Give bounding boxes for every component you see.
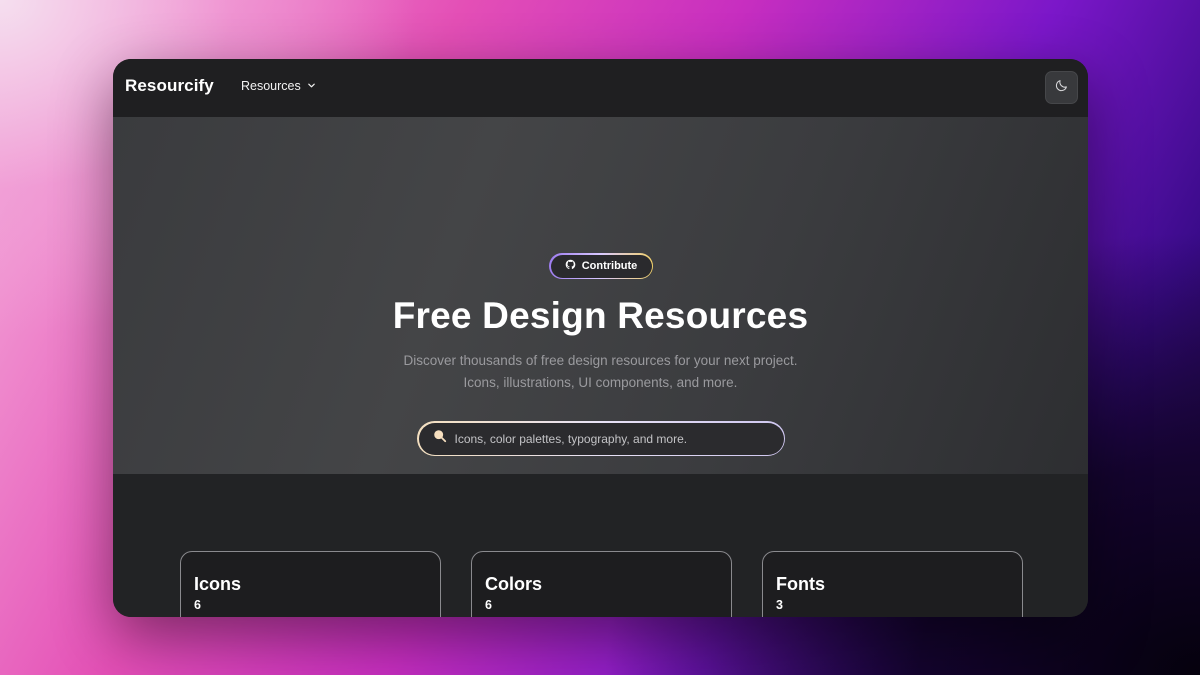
search-icon [433,429,447,448]
github-icon [565,259,576,273]
hero-subtitle: Discover thousands of free design resour… [403,353,798,390]
brand-logo[interactable]: Resourcify [125,76,214,96]
category-card-fonts[interactable]: Fonts 3 [762,551,1023,617]
search-input[interactable] [454,431,784,446]
moon-icon [1055,78,1069,97]
category-count: 6 [194,598,201,612]
search-bar-inner [418,422,784,455]
resources-menu[interactable]: Resources [241,79,316,93]
contribute-button[interactable]: Contribute [549,253,653,279]
category-title: Fonts [776,574,825,594]
category-card-colors[interactable]: Colors 6 [471,551,732,617]
category-count: 3 [776,598,783,612]
category-title: Icons [194,574,242,594]
search-bar [417,421,785,456]
category-title: Colors [485,574,543,594]
app-window: Resourcify Resources Contribute Free Des… [113,59,1088,617]
chevron-down-icon [307,79,316,93]
navbar: Resourcify Resources [113,59,1088,117]
category-count: 6 [485,598,492,612]
hero-section: Contribute Free Design Resources Discove… [113,117,1088,474]
theme-toggle-button[interactable] [1045,71,1078,104]
category-card-icons[interactable]: Icons 6 [180,551,441,617]
contribute-label: Contribute [581,260,638,272]
resources-menu-label: Resources [241,79,301,93]
page-title: Free Design Resources [392,295,809,336]
categories-section: Icons 6 Colors 6 Fonts 3 [113,474,1088,617]
contribute-button-inner: Contribute [550,254,652,278]
